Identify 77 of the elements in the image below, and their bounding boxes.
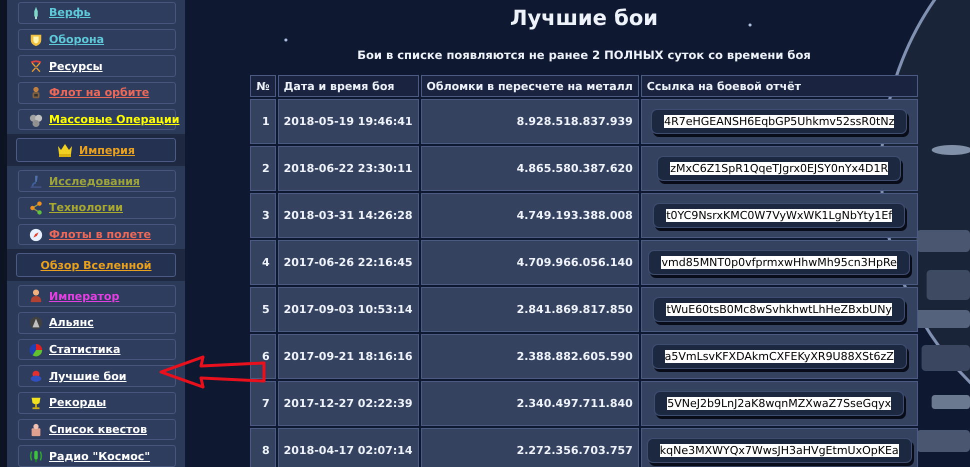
gears-icon <box>29 112 43 127</box>
table-cell: 7 <box>250 381 276 426</box>
report-link[interactable]: zMxC6Z1SpR1QqeTJgrx0EJSY0nYx4D1R <box>657 156 902 181</box>
page-title: Лучшие бои <box>510 6 658 32</box>
table-cell: 2017-12-27 02:22:39 <box>278 381 419 426</box>
sidebar-item[interactable]: Оборона <box>18 28 176 50</box>
share-icon <box>29 200 43 215</box>
sidebar-item[interactable]: Список квестов <box>18 418 176 440</box>
table-cell: 6 <box>250 334 276 379</box>
sidebar-link[interactable]: Оборона <box>49 33 104 46</box>
table-cell: 3 <box>250 193 276 238</box>
person-icon <box>29 289 43 304</box>
sidebar-link[interactable]: Верфь <box>49 6 91 20</box>
sidebar-item[interactable]: Радио "Космос" <box>18 445 176 467</box>
table-cell: 4.749.193.388.008 <box>420 193 639 238</box>
crown-icon <box>57 142 74 158</box>
column-header: Ссылка на боевой отчёт <box>640 75 918 97</box>
pie-chart-icon <box>29 342 43 357</box>
table-cell: 2018-06-22 23:30:11 <box>278 146 419 191</box>
table-cell: 2018-05-19 19:46:41 <box>278 99 419 144</box>
table-cell: 8 <box>250 428 276 467</box>
sidebar-link[interactable]: Исследования <box>49 174 140 188</box>
page-subtitle: Бои в списке появляются не ранее 2 ПОЛНЫХ суток со времени боя <box>357 48 811 62</box>
table-cell: 4 <box>250 240 276 285</box>
sidebar-link[interactable]: Империя <box>79 144 135 157</box>
sidebar-link[interactable]: Ресурсы <box>49 60 103 73</box>
table-cell: 2.388.882.605.590 <box>420 334 639 379</box>
explosion-icon <box>29 369 43 384</box>
sidebar-link[interactable]: Технологии <box>49 201 123 214</box>
sidebar-link[interactable]: Альянс <box>49 316 94 330</box>
table-cell: 4.709.966.056.140 <box>420 240 639 285</box>
table-cell: 2018-04-17 02:07:14 <box>278 428 419 467</box>
report-link[interactable]: 5VNeJ2b9LnJ2aK8wqnMZXwaZ7SseGqyx <box>654 391 904 416</box>
table-cell: 2.841.869.817.850 <box>420 287 639 332</box>
table-cell: 1 <box>250 99 276 144</box>
table-cell: 2 <box>250 146 276 191</box>
report-link[interactable]: kqNe3MXWYQx7WwsJH3aHVgEtmUxOpKEa <box>646 438 912 463</box>
column-header: Обломки в пересчете на металл <box>420 75 639 97</box>
sidebar-item[interactable]: Лучшие бои <box>18 365 176 388</box>
column-header: № <box>250 75 276 97</box>
report-link[interactable]: a5VmLsvKFXDAkmCXFEKyXR9U88XSt6zZ <box>652 344 907 369</box>
table-cell: 2018-03-31 14:26:28 <box>278 193 419 238</box>
sidebar-item[interactable]: Исследования <box>18 170 176 192</box>
sidebar-item[interactable]: Статистика <box>18 338 176 360</box>
compass-icon <box>29 228 43 242</box>
report-link[interactable]: 4R7eHGEANSH6EqbGP5Uhkmv52ssR0tNz <box>651 109 908 134</box>
table-cell: 4.865.580.387.620 <box>420 146 639 191</box>
table-cell: 5 <box>250 287 276 332</box>
sidebar-link[interactable]: Лучшие бои <box>49 370 126 383</box>
report-link[interactable]: vmd85MNT0p0vfprmxwHhwMh95cn3HpRe <box>648 250 910 275</box>
sidebar-item[interactable]: Альянс <box>18 312 176 334</box>
sidebar-item[interactable]: Рекорды <box>18 392 176 414</box>
table-cell: 8.928.518.837.939 <box>420 99 639 144</box>
shield-icon <box>29 32 43 46</box>
trophy-icon <box>29 396 43 410</box>
sidebar-item[interactable]: Технологии <box>18 197 176 219</box>
table-cell: 2017-09-21 18:16:16 <box>278 334 419 379</box>
sidebar-item[interactable]: Ресурсы <box>18 55 176 78</box>
section-header[interactable]: Империя <box>16 138 176 162</box>
sidebar-item[interactable]: Верфь <box>18 2 176 24</box>
table-cell: 2.340.497.711.840 <box>420 381 639 426</box>
section-header[interactable]: Обзор Вселенной <box>16 253 176 278</box>
report-link[interactable]: tWuE60tsB0Mc8wSvhkhwtLhHeZBxbUNy <box>653 297 905 322</box>
antenna-icon <box>29 449 43 464</box>
parcel-icon <box>29 422 43 437</box>
sidebar-link[interactable]: Обзор Вселенной <box>40 258 152 272</box>
table-cell: 2017-06-26 22:16:45 <box>278 240 419 285</box>
table-cell: 2017-09-03 10:53:14 <box>278 287 419 332</box>
emblem-icon <box>29 316 43 330</box>
microscope-icon <box>29 174 43 188</box>
column-header: Дата и время боя <box>278 75 419 97</box>
sidebar-link[interactable]: Список квестов <box>49 423 148 436</box>
sidebar-link[interactable]: Статистика <box>49 343 120 356</box>
sidebar-link[interactable]: Рекорды <box>49 396 106 410</box>
pickaxes-icon <box>29 59 43 74</box>
table-cell: 2.272.356.703.757 <box>420 428 639 467</box>
sidebar-link[interactable]: Радио "Космос" <box>49 450 150 463</box>
